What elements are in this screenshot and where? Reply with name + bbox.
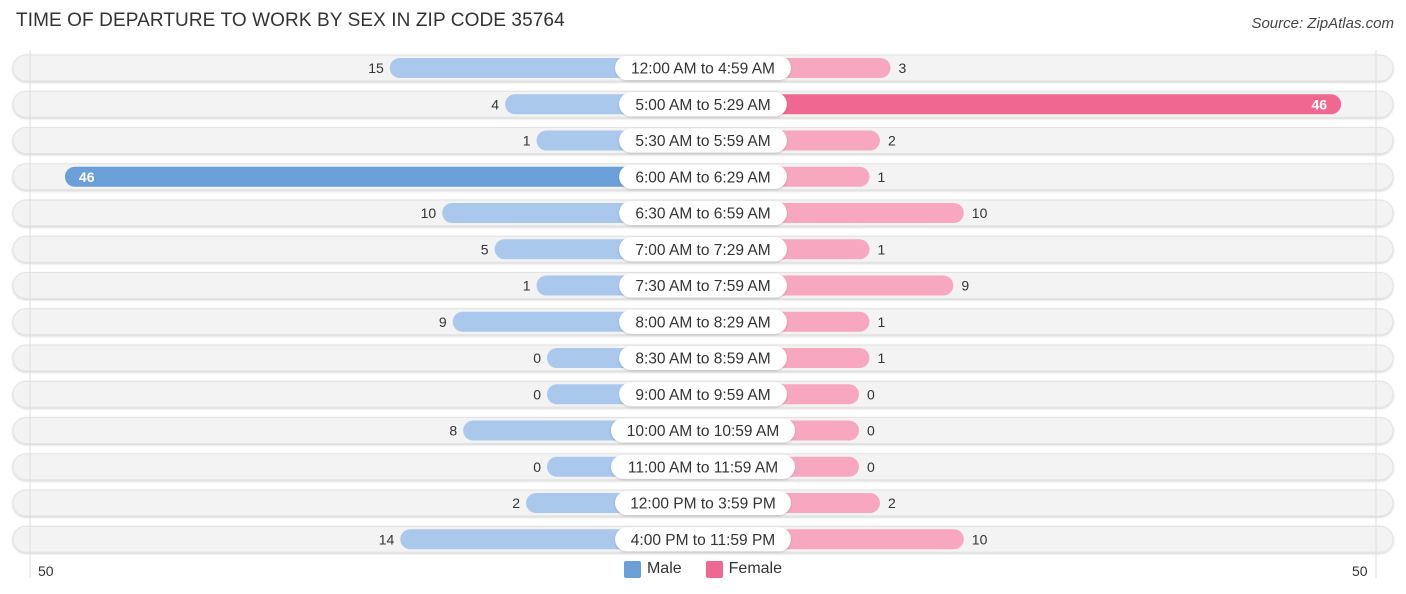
value-label-male: 0 (533, 350, 541, 366)
bar-male (64, 166, 704, 187)
category-label: 11:00 AM to 11:59 AM (628, 459, 778, 476)
category-label: 10:00 AM to 10:59 AM (627, 423, 780, 440)
value-label-female: 0 (867, 459, 875, 475)
value-label-female: 1 (877, 241, 885, 257)
legend-item-male: Male (623, 560, 682, 578)
value-label-female: 1 (877, 350, 885, 366)
category-label: 12:00 AM to 4:59 AM (631, 61, 775, 78)
legend-label-male: Male (646, 560, 682, 577)
value-label-female: 9 (961, 278, 969, 294)
bar-female (703, 94, 1342, 115)
legend: Male Female (0, 560, 1406, 578)
value-label-female: 1 (877, 314, 885, 330)
value-label-male: 2 (512, 495, 520, 511)
value-label-female: 46 (1312, 96, 1328, 112)
value-label-male: 15 (368, 60, 384, 76)
category-label: 12:00 PM to 3:59 PM (630, 496, 776, 513)
value-label-female: 10 (972, 205, 988, 221)
category-label: 6:30 AM to 6:59 AM (635, 206, 770, 223)
chart: 12:00 AM to 4:59 AM15 35:00 AM to 5:29 AM… (12, 50, 1394, 578)
value-label-male: 9 (439, 314, 447, 330)
value-label-female: 1 (877, 169, 885, 185)
value-label-male: 1 (523, 133, 531, 149)
value-label-female: 0 (867, 386, 875, 402)
value-label-male: 5 (481, 241, 489, 257)
category-label: 7:00 AM to 7:29 AM (635, 242, 770, 259)
category-label: 8:30 AM to 8:59 AM (635, 351, 770, 368)
legend-item-female: Female (705, 560, 783, 578)
legend-label-female: Female (728, 560, 783, 577)
value-label-female: 2 (888, 495, 896, 511)
category-label: 5:00 AM to 5:29 AM (635, 97, 770, 114)
value-label-male: 0 (533, 386, 541, 402)
value-label-male: 14 (379, 531, 395, 547)
category-label: 7:30 AM to 7:59 AM (635, 278, 770, 295)
value-label-male: 1 (523, 278, 531, 294)
value-label-male: 4 (491, 96, 499, 112)
value-label-male: 8 (449, 423, 457, 439)
value-label-male: 10 (421, 205, 437, 221)
category-label: 9:00 AM to 9:59 AM (635, 387, 770, 404)
legend-swatch-female (705, 560, 723, 578)
value-label-female: 10 (972, 531, 988, 547)
category-label: 5:30 AM to 5:59 AM (635, 133, 770, 150)
value-label-female: 2 (888, 133, 896, 149)
value-label-male: 46 (79, 169, 95, 185)
category-label: 8:00 AM to 8:29 AM (635, 314, 770, 331)
legend-swatch-male (623, 560, 641, 578)
category-label: 6:00 AM to 6:29 AM (635, 169, 770, 186)
value-label-male: 0 (533, 459, 541, 475)
category-label: 4:00 PM to 11:59 PM (631, 532, 775, 549)
value-label-female: 3 (898, 60, 906, 76)
value-label-female: 0 (867, 423, 875, 439)
